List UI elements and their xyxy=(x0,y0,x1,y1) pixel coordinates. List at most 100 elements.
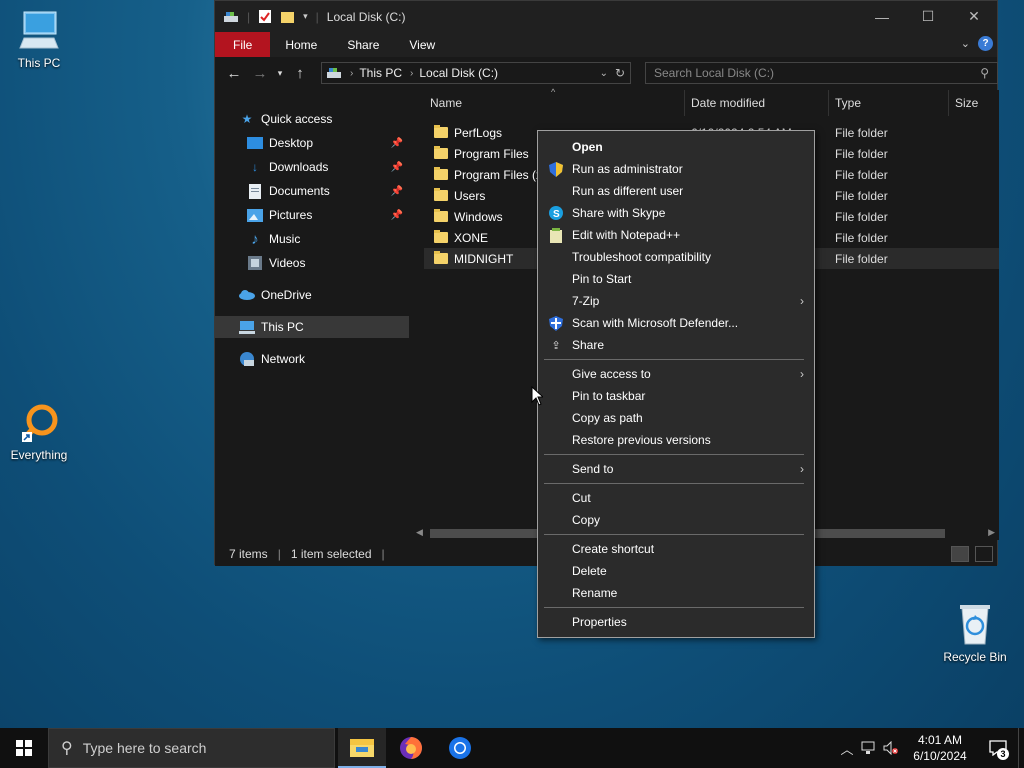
properties-icon[interactable] xyxy=(258,9,272,24)
start-button[interactable] xyxy=(0,728,48,768)
network-status-icon[interactable] xyxy=(858,728,880,768)
menu-item-scan-with-defender[interactable]: Scan with Microsoft Defender... xyxy=(538,312,814,334)
menu-item-cut[interactable]: Cut xyxy=(538,487,814,509)
nav-item-documents[interactable]: Documents 📌 xyxy=(247,180,407,202)
search-input[interactable]: Search Local Disk (C:) xyxy=(654,66,774,80)
search-box[interactable]: Search Local Disk (C:) ⚲ xyxy=(645,62,998,84)
nav-label: Videos xyxy=(269,256,306,270)
pin-icon[interactable]: 📌 xyxy=(391,138,403,149)
taskbar-app-chrome[interactable] xyxy=(436,728,484,768)
menu-item-pin-to-taskbar[interactable]: Pin to taskbar xyxy=(538,385,814,407)
title-bar[interactable]: | ▾ | Local Disk (C:) — ☐ ✕ xyxy=(215,1,997,32)
large-icons-view-button[interactable] xyxy=(975,546,993,562)
qat-dropdown-icon[interactable]: ▾ xyxy=(303,11,308,22)
tab-view[interactable]: View xyxy=(394,32,450,57)
file-type: File folder xyxy=(835,251,888,266)
menu-item-properties[interactable]: Properties xyxy=(538,611,814,633)
menu-item-create-shortcut[interactable]: Create shortcut xyxy=(538,538,814,560)
nav-item-music[interactable]: ♪ Music xyxy=(247,228,407,250)
menu-separator xyxy=(544,607,804,608)
scroll-left-icon[interactable]: ◀ xyxy=(416,527,423,538)
maximize-button[interactable]: ☐ xyxy=(905,1,951,32)
menu-item-share[interactable]: ⇪ Share xyxy=(538,334,814,356)
menu-item-open[interactable]: Open xyxy=(538,136,814,158)
expand-ribbon-icon[interactable]: ⌄ xyxy=(961,37,970,50)
pin-icon[interactable]: 📌 xyxy=(391,210,403,221)
star-icon: ★ xyxy=(241,112,253,126)
desktop-icon-everything[interactable]: Everything xyxy=(1,402,77,462)
file-name: Users xyxy=(454,188,486,203)
details-view-button[interactable] xyxy=(951,546,969,562)
recent-locations-icon[interactable]: ▾ xyxy=(273,62,287,86)
nav-item-onedrive[interactable]: OneDrive xyxy=(239,284,407,306)
breadcrumb-this-pc[interactable]: This PC xyxy=(359,66,402,80)
file-type: File folder xyxy=(835,125,888,140)
address-dropdown-icon[interactable]: ⌄ xyxy=(600,68,608,79)
show-desktop-button[interactable] xyxy=(1018,728,1024,768)
menu-item-run-as-different-user[interactable]: Run as different user xyxy=(538,180,814,202)
notification-count-badge: 3 xyxy=(997,748,1009,760)
up-arrow-icon[interactable]: ↑ xyxy=(287,62,313,86)
minimize-button[interactable]: — xyxy=(859,1,905,32)
taskbar-app-firefox[interactable] xyxy=(387,728,435,768)
menu-item-run-as-administrator[interactable]: Run as administrator xyxy=(538,158,814,180)
help-icon[interactable]: ? xyxy=(978,36,993,51)
taskbar-app-file-explorer[interactable] xyxy=(338,728,386,768)
menu-item-edit-with-notepadpp[interactable]: Edit with Notepad++ xyxy=(538,224,814,246)
onedrive-icon xyxy=(239,287,255,303)
tab-file[interactable]: File xyxy=(215,32,271,57)
defender-icon xyxy=(548,315,564,331)
desktop-icon-this-pc[interactable]: This PC xyxy=(1,8,77,70)
context-menu: Open Run as administrator Run as differe… xyxy=(537,130,815,638)
this-pc-icon xyxy=(239,319,255,335)
nav-item-downloads[interactable]: ↓ Downloads 📌 xyxy=(247,156,407,178)
pin-icon[interactable]: 📌 xyxy=(391,162,403,173)
tab-home[interactable]: Home xyxy=(270,32,332,57)
menu-item-copy[interactable]: Copy xyxy=(538,509,814,531)
action-center-button[interactable]: 3 xyxy=(978,728,1018,768)
volume-muted-icon[interactable] xyxy=(880,728,902,768)
column-header-type[interactable]: Type xyxy=(829,90,949,116)
taskbar-search-box[interactable]: ⚲ Type here to search xyxy=(48,728,335,768)
menu-item-share-with-skype[interactable]: S Share with Skype xyxy=(538,202,814,224)
menu-separator xyxy=(544,454,804,455)
nav-item-quick-access[interactable]: ★ Quick access xyxy=(239,108,407,130)
search-icon: ⚲ xyxy=(61,740,73,757)
refresh-icon[interactable]: ↻ xyxy=(615,66,625,80)
column-header-date-modified[interactable]: Date modified xyxy=(685,90,829,116)
menu-item-copy-as-path[interactable]: Copy as path xyxy=(538,407,814,429)
nav-item-network[interactable]: Network xyxy=(239,348,407,370)
menu-item-7zip[interactable]: 7-Zip › xyxy=(538,290,814,312)
menu-item-rename[interactable]: Rename xyxy=(538,582,814,604)
menu-item-pin-to-start[interactable]: Pin to Start xyxy=(538,268,814,290)
system-clock[interactable]: 4:01 AM 6/10/2024 xyxy=(902,732,978,764)
close-button[interactable]: ✕ xyxy=(951,1,997,32)
nav-item-desktop[interactable]: Desktop 📌 xyxy=(247,132,407,154)
menu-item-delete[interactable]: Delete xyxy=(538,560,814,582)
column-header-size[interactable]: Size xyxy=(949,90,999,116)
taskbar-search-input[interactable]: Type here to search xyxy=(83,740,207,756)
address-bar[interactable]: › This PC › Local Disk (C:) ⌄ ↻ xyxy=(321,62,631,84)
forward-arrow-icon[interactable]: → xyxy=(247,62,273,86)
submenu-arrow-icon: › xyxy=(800,294,804,308)
scroll-right-icon[interactable]: ▶ xyxy=(988,527,995,538)
menu-item-restore-previous-versions[interactable]: Restore previous versions xyxy=(538,429,814,451)
column-header-name[interactable]: Name xyxy=(412,90,685,116)
nav-item-pictures[interactable]: Pictures 📌 xyxy=(247,204,407,226)
desktop-icon-recycle-bin[interactable]: Recycle Bin xyxy=(937,600,1013,664)
pin-icon[interactable]: 📌 xyxy=(391,186,403,197)
menu-item-send-to[interactable]: Send to › xyxy=(538,458,814,480)
menu-item-troubleshoot-compatibility[interactable]: Troubleshoot compatibility xyxy=(538,246,814,268)
nav-item-this-pc[interactable]: This PC xyxy=(215,316,409,338)
new-folder-icon[interactable] xyxy=(280,10,295,24)
documents-icon xyxy=(247,183,263,199)
tab-share[interactable]: Share xyxy=(332,32,394,57)
back-arrow-icon[interactable]: ← xyxy=(221,62,247,86)
mouse-cursor-icon xyxy=(531,386,543,406)
breadcrumb-local-disk[interactable]: Local Disk (C:) xyxy=(419,66,498,80)
show-hidden-icons-icon[interactable]: ︿ xyxy=(836,728,858,768)
file-type: File folder xyxy=(835,188,888,203)
menu-separator xyxy=(544,483,804,484)
nav-item-videos[interactable]: Videos xyxy=(247,252,407,274)
menu-item-give-access-to[interactable]: Give access to › xyxy=(538,363,814,385)
